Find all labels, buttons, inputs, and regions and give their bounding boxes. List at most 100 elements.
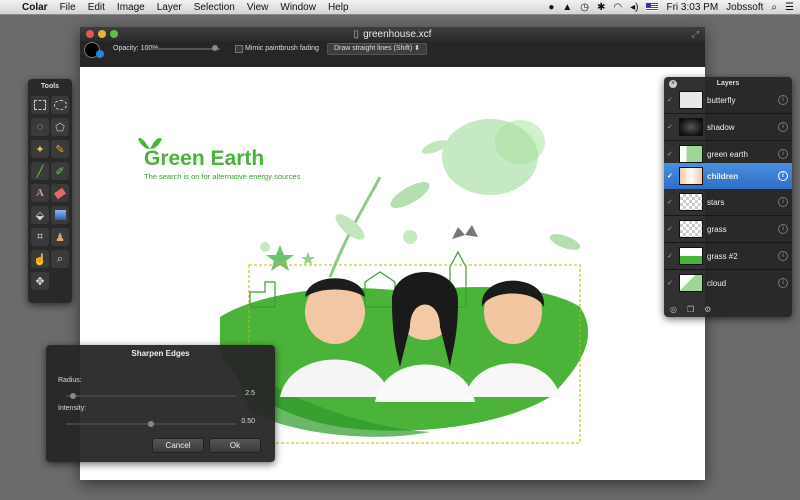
layer-info-icon[interactable]: i	[778, 224, 788, 234]
layer-info-icon[interactable]: i	[778, 95, 788, 105]
flower	[403, 230, 417, 244]
text-tool[interactable]: A	[31, 184, 49, 202]
layer-row-butterfly[interactable]: ✓ butterfly i	[664, 87, 792, 113]
visibility-check-icon[interactable]: ✓	[667, 225, 675, 233]
mimic-fading-checkbox[interactable]	[235, 45, 243, 53]
layer-row-grass-2[interactable]: ✓ grass #2 i	[664, 243, 792, 269]
visibility-check-icon[interactable]: ✓	[667, 96, 675, 104]
draw-mode-select[interactable]: Draw straight lines (Shift) ⬍	[327, 43, 428, 55]
layer-thumbnail	[679, 118, 703, 136]
ellipse-select-tool[interactable]	[51, 96, 69, 114]
draw-mode-value: Draw straight lines (Shift)	[334, 45, 413, 52]
magic-wand-tool[interactable]: ✦	[31, 140, 49, 158]
rect-select-tool[interactable]	[31, 96, 49, 114]
layer-row-children[interactable]: ✓ children i	[664, 163, 792, 189]
layer-info-icon[interactable]: i	[778, 197, 788, 207]
visibility-check-icon[interactable]: ✓	[667, 252, 675, 260]
volume-icon[interactable]: ◂)	[630, 2, 638, 13]
app-menu[interactable]: Colar	[16, 2, 54, 13]
gradient-tool[interactable]	[51, 206, 69, 224]
layer-name: green earth	[707, 149, 748, 159]
layer-info-icon[interactable]: i	[778, 251, 788, 261]
menu-bar: Colar File Edit Image Layer Selection Vi…	[0, 0, 800, 15]
user-name[interactable]: Jobssoft	[726, 2, 763, 13]
layer-name: butterfly	[707, 95, 736, 105]
visibility-check-icon[interactable]: ✓	[667, 150, 675, 158]
time-machine-icon[interactable]: ◷	[580, 2, 589, 13]
tools-palette: Tools ◌ ⬠ ✦ ✎ ╱ ✐ A ⬙ ⌗ ♟ ☝ ⌕ ✥	[28, 79, 72, 303]
ok-button[interactable]: Ok	[209, 438, 261, 453]
visibility-check-icon[interactable]: ✓	[667, 279, 675, 287]
menu-edit[interactable]: Edit	[82, 2, 111, 13]
leaf-2	[335, 214, 365, 240]
layer-info-icon[interactable]: i	[778, 122, 788, 132]
pencil-tool[interactable]: ✎	[51, 140, 69, 158]
zoom-button[interactable]	[110, 30, 118, 38]
new-layer-icon[interactable]: ◎	[670, 305, 677, 314]
menu-selection[interactable]: Selection	[188, 2, 241, 13]
menu-help[interactable]: Help	[322, 2, 355, 13]
layer-row-grass[interactable]: ✓ grass i	[664, 216, 792, 242]
layer-thumbnail	[679, 167, 703, 185]
lasso-tool[interactable]: ◌	[31, 118, 49, 136]
polygon-lasso-icon: ⬠	[55, 121, 65, 134]
smudge-tool[interactable]: ☝	[31, 250, 49, 268]
layer-info-icon[interactable]: i	[778, 278, 788, 288]
visibility-check-icon[interactable]: ✓	[667, 123, 675, 131]
layer-row-cloud[interactable]: ✓ cloud i	[664, 270, 792, 296]
input-flag-icon[interactable]	[646, 3, 659, 11]
menu-image[interactable]: Image	[111, 2, 151, 13]
intensity-label: Intensity:	[58, 405, 87, 412]
eraser-tool[interactable]	[51, 184, 69, 202]
paint-bucket-tool[interactable]: ⬙	[31, 206, 49, 224]
cancel-button[interactable]: Cancel	[152, 438, 204, 453]
menu-window[interactable]: Window	[274, 2, 322, 13]
layer-info-icon[interactable]: i	[778, 171, 788, 181]
bluetooth-icon[interactable]: ✱	[597, 2, 605, 13]
layer-name: grass	[707, 224, 727, 234]
brush-tool[interactable]: ✐	[51, 162, 69, 180]
layer-name: cloud	[707, 278, 727, 288]
background-color-swatch[interactable]	[96, 50, 104, 58]
clone-stamp-tool[interactable]: ♟	[51, 228, 69, 246]
layer-thumbnail	[679, 274, 703, 292]
evernote-icon[interactable]: ●	[548, 2, 554, 13]
leaf	[390, 182, 430, 208]
magic-wand-icon: ✦	[35, 143, 45, 156]
line-tool[interactable]: ╱	[31, 162, 49, 180]
fullscreen-icon[interactable]: ⤢	[692, 29, 699, 40]
layer-thumbnail	[679, 145, 703, 163]
layer-settings-icon[interactable]: ⚙	[704, 305, 711, 314]
opacity-slider[interactable]	[150, 48, 220, 50]
clock[interactable]: Fri 3:03 PM	[666, 2, 718, 13]
layers-palette: × Layers ✓ butterfly i ✓ shadow i ✓ gree…	[664, 77, 792, 317]
menu-view[interactable]: View	[241, 2, 275, 13]
zoom-tool[interactable]: ⌕	[51, 250, 69, 268]
intensity-slider-knob[interactable]	[148, 421, 154, 427]
opacity-slider-knob[interactable]	[212, 45, 218, 51]
paint-bucket-icon: ⬙	[35, 209, 45, 222]
visibility-check-icon[interactable]: ✓	[667, 198, 675, 206]
menu-file[interactable]: File	[54, 2, 82, 13]
crop-tool[interactable]: ⌗	[31, 228, 49, 246]
radius-slider-knob[interactable]	[70, 393, 76, 399]
crop-icon: ⌗	[36, 230, 44, 243]
visibility-check-icon[interactable]: ✓	[667, 172, 675, 180]
menu-list-icon[interactable]: ☰	[785, 2, 794, 13]
artwork-tagline: The search is on for alternative energy …	[144, 172, 301, 181]
minimize-button[interactable]	[98, 30, 106, 38]
spotlight-icon[interactable]: ⌕	[771, 2, 777, 13]
radius-slider[interactable]	[66, 395, 236, 397]
notification-icon[interactable]: ▲	[562, 2, 572, 13]
polygon-lasso-tool[interactable]: ⬠	[51, 118, 69, 136]
layer-row-stars[interactable]: ✓ stars i	[664, 189, 792, 215]
layer-info-icon[interactable]: i	[778, 149, 788, 159]
close-button[interactable]	[86, 30, 94, 38]
wifi-icon[interactable]: ◠	[613, 2, 622, 13]
duplicate-layer-icon[interactable]: ❐	[687, 305, 694, 314]
move-tool[interactable]: ✥	[31, 272, 49, 290]
title-bar[interactable]: ▯ greenhouse.xcf ⤢	[80, 27, 705, 41]
layer-row-shadow[interactable]: ✓ shadow i	[664, 114, 792, 140]
layer-name: stars	[707, 197, 725, 207]
menu-layer[interactable]: Layer	[151, 2, 188, 13]
